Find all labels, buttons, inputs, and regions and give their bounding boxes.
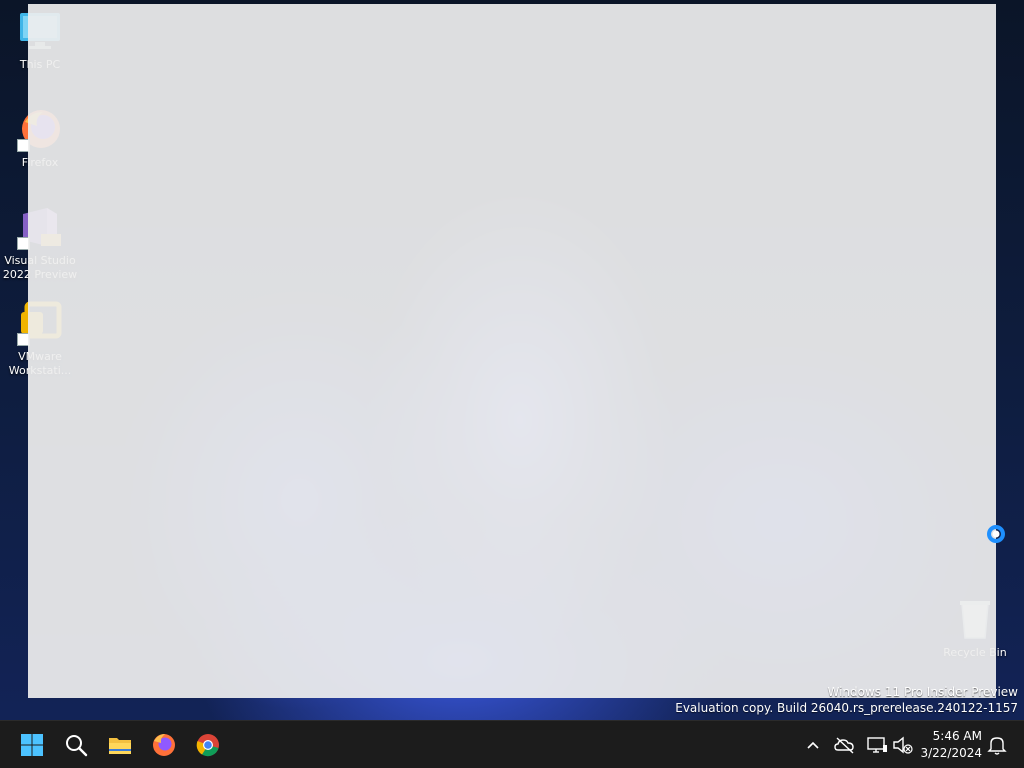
volume-tray-button[interactable] xyxy=(891,733,915,757)
watermark-line-1: Windows 11 Pro Insider Preview xyxy=(827,685,1018,699)
onedrive-offline-icon xyxy=(834,737,854,754)
clock-date: 3/22/2024 xyxy=(920,746,982,760)
volume-muted-icon xyxy=(893,736,913,754)
busy-cursor-icon xyxy=(986,524,1006,544)
notification-bell-icon xyxy=(987,737,1007,755)
chrome-icon xyxy=(196,734,219,757)
folder-icon xyxy=(109,738,131,754)
network-tray-button[interactable] xyxy=(865,733,889,757)
firefox-taskbar-button[interactable] xyxy=(146,727,182,763)
desktop[interactable]: This PC Firefox Visual Studio 2022 Previ… xyxy=(0,0,1024,768)
start-button[interactable] xyxy=(14,727,50,763)
search-icon xyxy=(66,735,88,757)
evaluation-watermark: Windows 11 Pro Insider Preview Evaluatio… xyxy=(675,684,1018,716)
windows-start-icon xyxy=(21,734,43,756)
chevron-up-icon xyxy=(807,741,819,749)
taskbar: 5:46 AM 3/22/2024 xyxy=(0,720,1024,768)
watermark-line-2: Evaluation copy. Build 26040.rs_prerelea… xyxy=(675,701,1018,715)
file-explorer-button[interactable] xyxy=(102,727,138,763)
search-button[interactable] xyxy=(58,727,94,763)
taskbar-clock[interactable]: 5:46 AM 3/22/2024 xyxy=(920,728,982,762)
network-icon xyxy=(867,737,887,753)
white-overlay-window xyxy=(28,4,996,698)
firefox-icon xyxy=(153,734,175,756)
clock-time: 5:46 AM xyxy=(932,729,982,743)
show-hidden-icons-button[interactable] xyxy=(801,733,825,757)
chrome-taskbar-button[interactable] xyxy=(190,727,226,763)
onedrive-tray-button[interactable] xyxy=(833,733,857,757)
notifications-button[interactable] xyxy=(985,733,1009,757)
